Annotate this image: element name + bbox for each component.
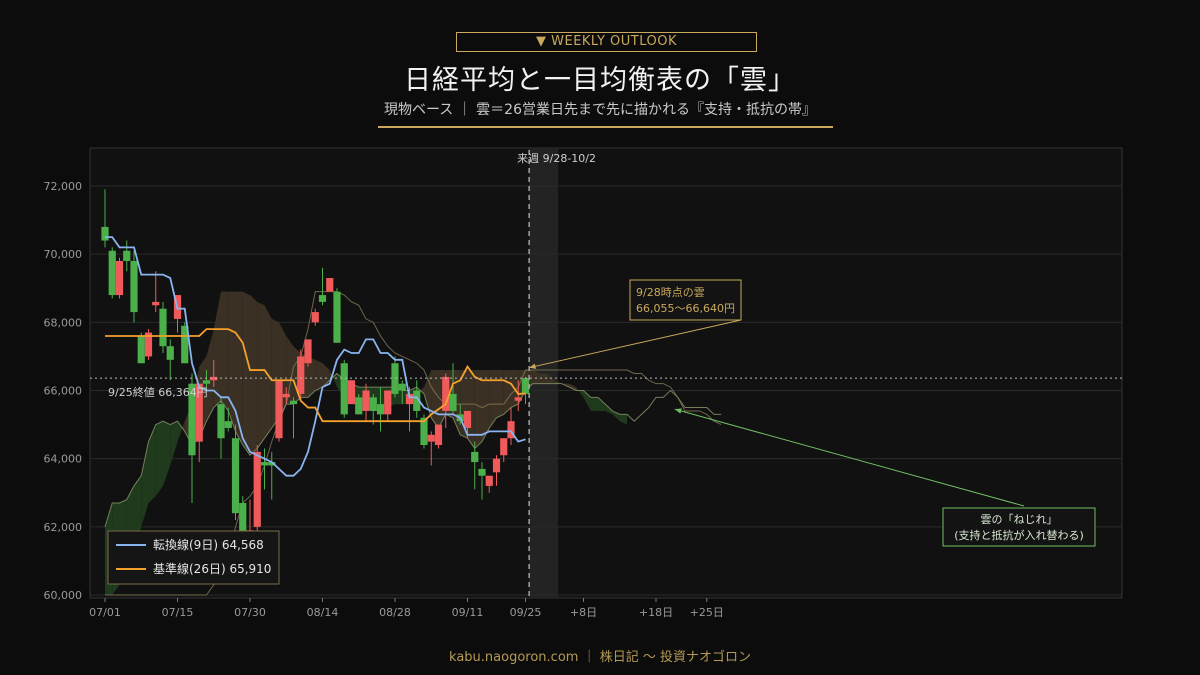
candle-body bbox=[159, 308, 167, 347]
candle-body bbox=[231, 438, 240, 514]
candle-body bbox=[398, 383, 406, 391]
candle-body bbox=[253, 451, 261, 527]
cloud-segment bbox=[221, 291, 229, 411]
legend-label-tenkan: 転換線(9日) 64,568 bbox=[153, 537, 264, 552]
x-tick-label: +8日 bbox=[570, 606, 597, 619]
candle-body bbox=[384, 390, 392, 415]
candle-body bbox=[340, 363, 348, 415]
candle-body bbox=[217, 404, 225, 439]
x-tick-label: +25日 bbox=[690, 606, 724, 619]
candle-body bbox=[202, 380, 211, 384]
y-tick-label: 60,000 bbox=[44, 589, 83, 602]
candle-body bbox=[152, 301, 160, 306]
candle-body bbox=[492, 458, 501, 473]
candle-body bbox=[521, 378, 530, 394]
candle-body bbox=[427, 434, 435, 442]
ichimoku-chart: 9/25終値 66,364円 来週 9/28-10/2 72,000 70,000… bbox=[44, 147, 1123, 619]
cloud-segment bbox=[474, 370, 482, 449]
cloud-segment bbox=[155, 421, 163, 497]
candle-body bbox=[376, 404, 385, 415]
x-tick-label: 09/11 bbox=[452, 606, 484, 619]
callout-928-line1: 9/28時点の雲 bbox=[636, 286, 705, 299]
candle-body bbox=[500, 438, 508, 456]
candle-body bbox=[311, 312, 319, 323]
callout-928-line2: 66,055〜66,640円 bbox=[636, 302, 735, 315]
candle-body bbox=[289, 400, 298, 405]
cloud-segment bbox=[315, 359, 323, 391]
cloud-segment bbox=[242, 291, 250, 456]
candle-body bbox=[130, 260, 138, 313]
x-tick-label: +18日 bbox=[639, 606, 673, 619]
close-label: 9/25終値 66,364円 bbox=[108, 385, 208, 399]
candle-body bbox=[123, 250, 131, 261]
candle-body bbox=[275, 380, 283, 439]
cloud-segment bbox=[467, 370, 475, 449]
x-tick-label: 09/25 bbox=[510, 606, 542, 619]
candle-body bbox=[260, 462, 269, 466]
twist-line2: (支持と抵抗が入れ替わる) bbox=[954, 528, 1084, 542]
y-tick-label: 66,000 bbox=[44, 385, 83, 398]
candle-body bbox=[239, 502, 247, 534]
candle-body bbox=[471, 451, 479, 463]
cloud-segment bbox=[503, 370, 511, 415]
candle-body bbox=[326, 278, 334, 292]
next-week-label: 来週 9/28-10/2 bbox=[517, 152, 596, 165]
y-tick-label: 62,000 bbox=[44, 521, 83, 534]
candle-body bbox=[318, 295, 327, 302]
candle-body bbox=[355, 397, 363, 415]
twist-line1: 雲の「ねじれ」 bbox=[981, 513, 1058, 526]
candle-body bbox=[115, 260, 124, 296]
x-tick-label: 07/15 bbox=[162, 606, 194, 619]
cloud-segment bbox=[496, 370, 504, 418]
candle-body bbox=[108, 250, 116, 296]
candle-body bbox=[362, 390, 370, 411]
x-axis: 07/01 07/15 07/30 08/14 08/28 09/11 09/25 +8日 +1… bbox=[89, 598, 724, 619]
y-tick-label: 70,000 bbox=[44, 248, 83, 261]
candle-body bbox=[485, 475, 493, 486]
candle-body bbox=[224, 421, 232, 428]
cloud-segment bbox=[257, 301, 265, 449]
y-tick-label: 64,000 bbox=[44, 453, 83, 466]
candle-body bbox=[166, 346, 174, 360]
x-tick-label: 08/14 bbox=[307, 606, 339, 619]
candle-body bbox=[137, 335, 145, 364]
candle-body bbox=[333, 291, 341, 343]
candle-body bbox=[434, 424, 443, 446]
y-axis: 72,000 70,000 68,000 66,000 64,000 62,000 60,0… bbox=[44, 180, 83, 602]
cloud-segment bbox=[250, 295, 258, 456]
legend: 転換線(9日) 64,568 基準線(26日) 65,910 bbox=[107, 530, 280, 585]
candle-body bbox=[478, 468, 486, 476]
legend-label-kijun: 基準線(26日) 65,910 bbox=[153, 561, 271, 576]
candle-body bbox=[304, 339, 312, 364]
candle-body bbox=[463, 410, 472, 428]
y-tick-label: 68,000 bbox=[44, 316, 83, 329]
candle-body bbox=[297, 356, 305, 394]
x-tick-label: 08/28 bbox=[379, 606, 411, 619]
candle-body bbox=[282, 393, 290, 398]
y-tick-label: 72,000 bbox=[44, 180, 83, 193]
candle-body bbox=[369, 397, 377, 411]
cloud-segment bbox=[590, 397, 598, 411]
footer-credit: kabu.naogoron.com ｜ 株日記 〜 投資ナオゴロン bbox=[449, 650, 751, 665]
candle-body bbox=[514, 397, 522, 401]
candle-body bbox=[347, 380, 356, 405]
candle-body bbox=[449, 393, 457, 411]
x-tick-label: 07/30 bbox=[234, 606, 266, 619]
x-tick-label: 07/01 bbox=[89, 606, 121, 619]
candle-body bbox=[101, 226, 109, 241]
